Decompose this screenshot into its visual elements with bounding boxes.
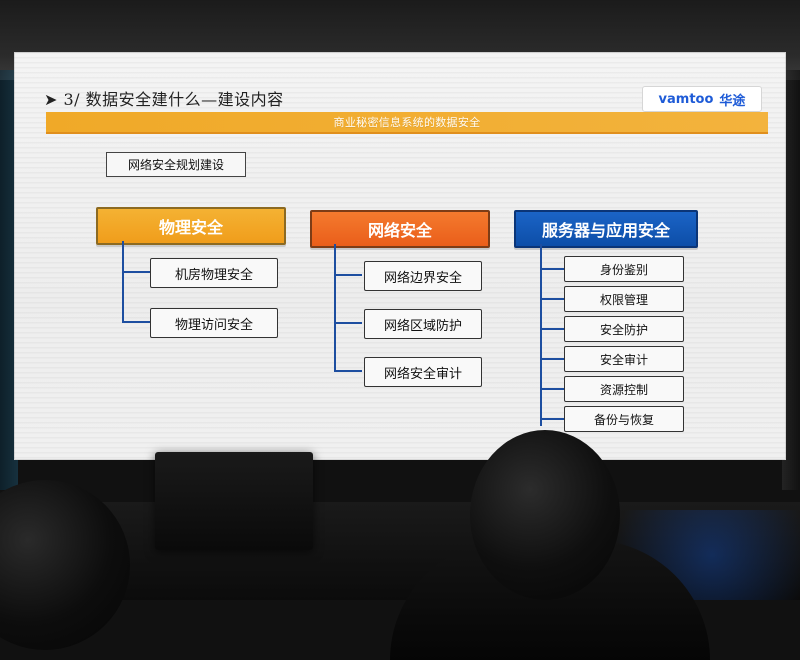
server-connector-item-1	[540, 268, 564, 270]
server-item: 备份与恢复	[564, 406, 684, 432]
projector-screen: ➤ 3/ 数据安全建什么—建设内容 vamtoo 华途 商业秘密信息系统的数据安…	[14, 52, 786, 460]
category-server-app-security: 服务器与应用安全	[514, 210, 698, 248]
physical-item: 物理访问安全	[150, 308, 278, 338]
network-item: 网络区域防护	[364, 309, 482, 339]
audience-head-center	[470, 430, 620, 600]
category-network-security-label: 网络安全	[367, 221, 432, 240]
physical-item-label: 物理访问安全	[174, 317, 253, 333]
network-item: 网络安全审计	[364, 357, 482, 387]
section-label-box: 网络安全规划建设	[106, 152, 246, 177]
server-connector-item-5	[540, 388, 564, 390]
brand-logo: vamtoo 华途	[642, 86, 762, 112]
server-connector-item-2	[540, 298, 564, 300]
category-physical-security-label: 物理安全	[158, 218, 223, 237]
network-item: 网络边界安全	[364, 261, 482, 291]
brand-logo-en: vamtoo	[658, 91, 714, 107]
network-connector-item-1	[334, 274, 362, 276]
category-physical-security: 物理安全	[96, 207, 286, 245]
category-network-security: 网络安全	[310, 210, 490, 248]
server-item: 安全审计	[564, 346, 684, 372]
server-item-label: 权限管理	[599, 292, 648, 307]
server-connector-item-4	[540, 358, 564, 360]
server-item-label: 安全审计	[599, 352, 648, 367]
physical-connector-item-1	[122, 271, 150, 273]
server-item: 安全防护	[564, 316, 684, 342]
network-item-label: 网络边界安全	[383, 270, 462, 286]
banner-bar: 商业秘密信息系统的数据安全	[46, 112, 768, 134]
brand-logo-cn: 华途	[719, 93, 746, 109]
network-connector-item-2	[334, 322, 362, 324]
banner-text: 商业秘密信息系统的数据安全	[333, 116, 481, 129]
server-connector-item-3	[540, 328, 564, 330]
network-item-label: 网络安全审计	[383, 366, 462, 382]
server-item-label: 身份鉴别	[599, 262, 648, 277]
physical-connector-item-2	[122, 321, 150, 323]
server-item-label: 安全防护	[599, 322, 648, 337]
server-item: 身份鉴别	[564, 256, 684, 282]
network-connector-vertical	[334, 244, 336, 372]
physical-item-label: 机房物理安全	[174, 267, 253, 283]
server-item-label: 备份与恢复	[593, 412, 654, 427]
server-item-label: 资源控制	[599, 382, 648, 397]
server-item: 资源控制	[564, 376, 684, 402]
slide-title: ➤ 3/ 数据安全建什么—建设内容	[44, 90, 284, 109]
network-item-label: 网络区域防护	[383, 318, 462, 334]
physical-connector-vertical	[122, 241, 124, 323]
server-connector-vertical	[540, 244, 542, 426]
server-connector-item-6	[540, 418, 564, 420]
section-label: 网络安全规划建设	[127, 158, 224, 172]
stage-speaker	[155, 452, 313, 550]
physical-item: 机房物理安全	[150, 258, 278, 288]
server-item: 权限管理	[564, 286, 684, 312]
network-connector-item-3	[334, 370, 362, 372]
category-server-app-security-label: 服务器与应用安全	[541, 221, 670, 240]
